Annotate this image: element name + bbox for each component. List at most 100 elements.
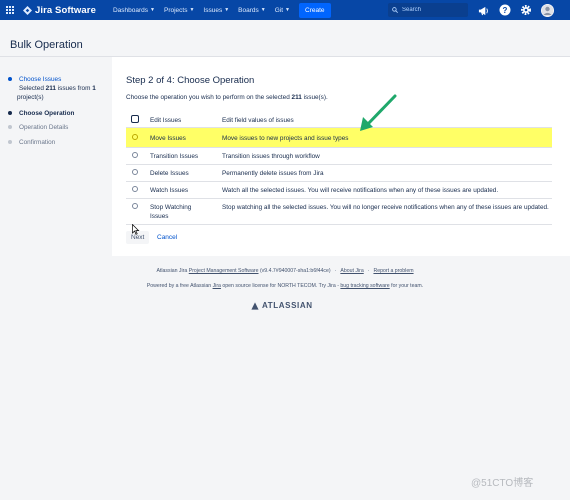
avatar (540, 3, 554, 17)
app-grid-icon (6, 6, 14, 14)
step-operation-details: Operation Details (8, 123, 68, 132)
footer-link-bug-tracking[interactable]: bug tracking software (340, 283, 389, 289)
notifications-button[interactable] (476, 3, 490, 17)
nav-menu: Dashboards ▼ Projects ▼ Issues ▼ Boards ▼ Gi… (113, 2, 331, 18)
footer-separator: · (367, 268, 370, 274)
chevron-down-icon: ▼ (189, 7, 195, 13)
mouse-pointer-icon (132, 224, 140, 235)
operation-name: Delete Issues (150, 170, 189, 177)
footer-text: open source license for NORTH TECOM. Try… (220, 283, 341, 289)
step-choose-issues: Choose Issues Selected 211 issues from 1… (8, 75, 96, 102)
operation-row-stop-watching[interactable]: Stop Watching Issues Stop watching all t… (126, 199, 552, 225)
nav-item-label: Projects (163, 6, 188, 14)
create-button[interactable]: Create (299, 2, 331, 18)
step-detail-mid: issues from (55, 85, 93, 92)
watermark: @51CTO博客 (471, 478, 534, 489)
atlassian-logo-text: ATLASSIAN (262, 301, 313, 310)
operation-row-edit[interactable]: Edit Issues Edit field values of issues (126, 112, 552, 128)
page-footer (0, 256, 570, 500)
nav-item-projects[interactable]: Projects ▼ (164, 7, 194, 14)
footer-link-about[interactable]: About Jira (340, 268, 363, 274)
gear-icon (521, 5, 531, 15)
operation-name: Move Issues (150, 135, 186, 142)
operation-row-move[interactable]: Move Issues Move issues to new projects … (126, 128, 552, 148)
operation-name: Watch Issues (150, 187, 189, 194)
operation-description: Permanently delete issues from Jira (222, 170, 324, 177)
cancel-link[interactable]: Cancel (157, 234, 177, 241)
atlassian-logo[interactable]: ATLASSIAN (251, 301, 313, 310)
footer-version: (v9.4.7#940007-sha1:b6f44ce) (258, 268, 331, 274)
operation-row-watch[interactable]: Watch Issues Watch all the selected issu… (126, 182, 552, 199)
operation-row-transition[interactable]: Transition Issues Transition issues thro… (126, 148, 552, 165)
operation-row-delete[interactable]: Delete Issues Permanently delete issues … (126, 165, 552, 182)
step-choose-issues-link[interactable]: Choose Issues (19, 76, 61, 83)
operation-radio[interactable] (132, 152, 138, 158)
chevron-down-icon: ▼ (224, 7, 230, 13)
step-detail-projects: 1 (92, 85, 96, 92)
footer-line-version: Atlassian Jira Project Management Softwa… (0, 268, 570, 274)
nav-item-git[interactable]: Git ▼ (275, 7, 290, 14)
top-navigation-bar: Jira Software Dashboards ▼ Projects ▼ Issu… (0, 0, 570, 20)
step-done-dot (8, 77, 12, 81)
footer-link-jira[interactable]: Jira (213, 283, 221, 289)
nav-item-issues[interactable]: Issues ▼ (203, 7, 229, 14)
step-description: Choose the operation you wish to perform… (126, 94, 328, 101)
profile-avatar-button[interactable] (540, 3, 554, 17)
app-switcher-button[interactable] (0, 0, 20, 20)
desc-suffix: issue(s). (301, 94, 328, 101)
help-button[interactable]: ? (498, 3, 512, 17)
operation-radio[interactable] (132, 186, 138, 192)
step-current-dot (8, 111, 12, 115)
step-detail-count: 211 (45, 85, 56, 92)
nav-item-label: Git (274, 6, 284, 14)
nav-item-label: Dashboards (112, 6, 149, 14)
operation-description: Transition issues through workflow (222, 153, 320, 160)
step-detail-suffix: project(s) (17, 94, 44, 101)
operation-name: Stop Watching Issues (150, 204, 192, 220)
operation-radio[interactable] (131, 115, 139, 123)
nav-item-label: Issues (203, 6, 223, 14)
step-label: Operation Details (19, 124, 69, 131)
step-choose-operation: Choose Operation (8, 109, 74, 118)
operation-radio[interactable] (132, 169, 138, 175)
operation-description: Watch all the selected issues. You will … (222, 187, 499, 194)
megaphone-icon (478, 6, 488, 15)
chevron-down-icon: ▼ (150, 7, 155, 13)
desc-prefix: Choose the operation you wish to perform… (126, 94, 292, 101)
help-icon: ? (499, 4, 511, 16)
search-icon (392, 7, 398, 13)
jira-logo-text: Jira Software (35, 4, 96, 16)
page-title: Bulk Operation (10, 39, 83, 51)
desc-count: 211 (291, 94, 302, 101)
jira-logo[interactable]: Jira Software (23, 5, 96, 16)
footer-separator: · (334, 268, 337, 274)
search-input[interactable] (402, 7, 462, 13)
step-label: Choose Operation (19, 110, 75, 117)
step-confirmation: Confirmation (8, 138, 55, 147)
operation-radio[interactable] (132, 134, 138, 140)
chevron-down-icon: ▼ (285, 7, 290, 13)
jira-diamond-icon (23, 5, 32, 15)
nav-item-label: Boards (238, 6, 259, 14)
step-label: Confirmation (19, 139, 56, 146)
annotation-arrow-icon (360, 94, 397, 131)
step-todo-dot (8, 140, 12, 144)
step-detail-prefix: Selected (19, 85, 46, 92)
nav-item-boards[interactable]: Boards ▼ (238, 7, 266, 14)
footer-link-pm-software[interactable]: Project Management Software (189, 268, 259, 274)
operations-table: Edit Issues Edit field values of issues … (126, 112, 552, 225)
footer-link-report[interactable]: Report a problem (373, 268, 413, 274)
operation-name: Edit Issues (150, 117, 182, 124)
footer-line-license: Powered by a free Atlassian Jira open so… (0, 283, 570, 289)
footer-text: Atlassian Jira (156, 268, 189, 274)
operation-description: Move issues to new projects and issue ty… (222, 135, 349, 142)
operation-name: Transition Issues (150, 153, 199, 160)
search-box[interactable] (388, 3, 468, 17)
operation-radio[interactable] (132, 203, 138, 209)
nav-item-dashboards[interactable]: Dashboards ▼ (113, 7, 155, 14)
operation-description: Stop watching all the selected issues. Y… (222, 204, 549, 211)
footer-text: Powered by a free Atlassian (146, 283, 213, 289)
footer-text: for your team. (389, 283, 424, 289)
step-title: Step 2 of 4: Choose Operation (126, 75, 255, 86)
settings-button[interactable] (519, 3, 533, 17)
